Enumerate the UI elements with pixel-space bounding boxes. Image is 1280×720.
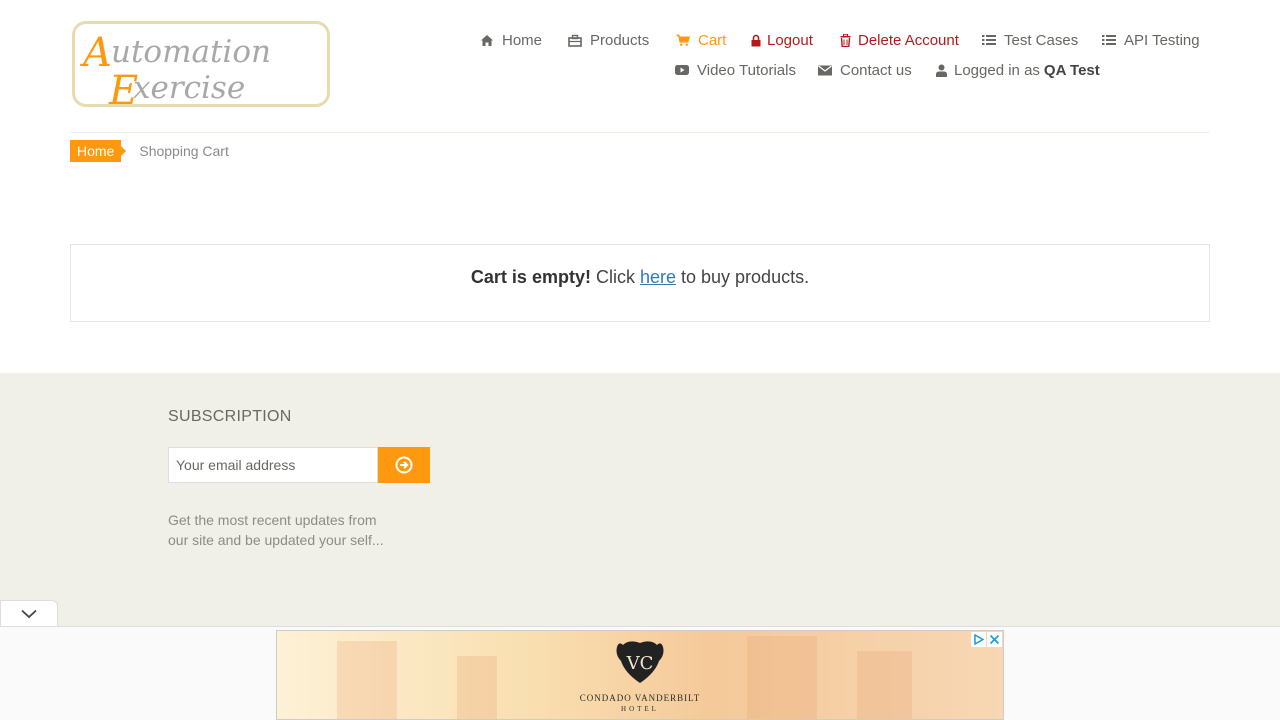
cart-click-text: Click (590, 267, 640, 287)
subscription-title: SUBSCRIPTION (168, 408, 292, 425)
nav-logout-label: Logout (767, 31, 813, 49)
buy-products-link[interactable]: here (640, 267, 676, 287)
nav-video-tutorials-label: Video Tutorials (697, 61, 796, 79)
trash-icon (840, 33, 851, 47)
youtube-play-icon (675, 63, 689, 77)
site-header: A utomation E xercise Home Products Cart… (0, 0, 1280, 132)
envelope-icon (818, 63, 832, 77)
nav-products[interactable]: Products (568, 30, 649, 50)
nav-home-label: Home (502, 31, 543, 49)
logged-in-label: Logged in as (954, 61, 1040, 79)
ad-brand-name: CONDADO VANDERBILT (579, 693, 701, 703)
nav-products-label: Products (590, 31, 650, 49)
svg-text:VC: VC (626, 653, 654, 674)
nav-api-testing[interactable]: API Testing (1102, 30, 1200, 50)
hotel-crest-icon: VC (615, 639, 665, 690)
home-icon (480, 33, 494, 47)
subscribe-button[interactable] (378, 447, 430, 483)
nav-video-tutorials[interactable]: Video Tutorials (675, 60, 796, 80)
main-nav: Home Products Cart Logout Delete Account… (0, 30, 1280, 90)
cart-empty-text: Cart is empty! (470, 267, 591, 287)
nav-delete-account-label: Delete Account (858, 31, 959, 49)
breadcrumb-home[interactable]: Home (70, 140, 127, 162)
nav-home[interactable]: Home (480, 30, 542, 50)
nav-cart[interactable]: Cart (676, 30, 726, 50)
breadcrumb-current: Shopping Cart (139, 143, 229, 159)
breadcrumb: Home Shopping Cart (70, 140, 229, 162)
list-icon (982, 33, 996, 47)
ad-choices-icon[interactable] (971, 632, 986, 647)
nav-delete-account[interactable]: Delete Account (840, 30, 959, 50)
nav-contact-us-label: Contact us (840, 61, 912, 79)
ad-close-icon[interactable] (987, 632, 1002, 647)
header-divider (70, 132, 1210, 133)
arrow-circle-right-icon (395, 456, 413, 474)
ad-collapse-toggle[interactable] (0, 600, 58, 626)
lock-icon (751, 33, 761, 47)
nav-logout[interactable]: Logout (751, 30, 813, 50)
chevron-down-icon (21, 609, 37, 619)
username: QA Test (1043, 61, 1100, 79)
advertisement-banner[interactable]: VC CONDADO VANDERBILT HOTEL (276, 630, 1004, 720)
cart-after-link-text: to buy products. (676, 267, 810, 287)
nav-logged-in-user: Logged in as QA Test (936, 60, 1100, 80)
nav-api-testing-label: API Testing (1124, 31, 1200, 49)
nav-cart-label: Cart (698, 31, 727, 49)
subscription-email-input[interactable] (168, 447, 378, 483)
nav-contact-us[interactable]: Contact us (818, 60, 912, 80)
shopping-cart-icon (676, 33, 690, 47)
subscription-description: Get the most recent updates from our sit… (168, 512, 384, 548)
empty-cart-panel: Cart is empty! Click here to buy product… (70, 244, 1210, 322)
empty-cart-message: Cart is empty! Click here to buy product… (71, 267, 1209, 288)
list-icon (1102, 33, 1116, 47)
nav-test-cases[interactable]: Test Cases (982, 30, 1078, 50)
nav-test-cases-label: Test Cases (1004, 31, 1079, 49)
briefcase-icon (568, 33, 582, 47)
ad-brand-subtitle: HOTEL (621, 705, 659, 713)
footer: SUBSCRIPTION Get the most recent updates… (0, 373, 1280, 633)
user-icon (936, 63, 947, 77)
